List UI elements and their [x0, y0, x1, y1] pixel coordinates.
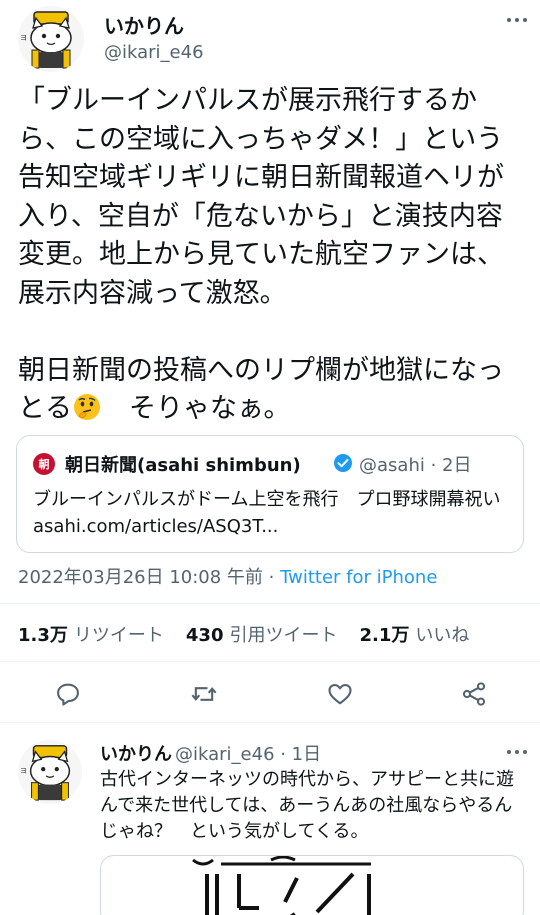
- thinking-face-icon: [72, 392, 102, 422]
- quoted-text: ブルーインパルスがドーム上空を飛行 プロ野球開幕祝い asahi.com/art…: [33, 489, 507, 537]
- likes-count[interactable]: 2.1万: [359, 625, 409, 646]
- author-avatar[interactable]: ヨ: [18, 6, 84, 72]
- quotes-count[interactable]: 430: [186, 625, 224, 646]
- reply-meta: @ikari_e46 · 1日: [175, 744, 322, 765]
- more-options-icon[interactable]: [505, 8, 529, 32]
- quoted-author-name: 朝日新聞(asahi shimbun): [65, 455, 301, 476]
- retweets-label[interactable]: リツイート: [74, 625, 164, 646]
- author-name[interactable]: いかりん: [104, 10, 184, 39]
- tweet-timestamp: 2022年03月26日 10:08 午前 · Twitter for iPhon…: [18, 563, 437, 589]
- tweet-header: ヨ いかりん @ikari_e46: [0, 0, 540, 80]
- tweet-text-main: 「ブルーインパルスが展示飛行するから、この空域に入っちゃダメ！」という告知空域ギ…: [18, 85, 504, 424]
- quoted-meta: @asahi · 2日: [359, 455, 472, 476]
- svg-text:ヨ: ヨ: [20, 34, 27, 42]
- svg-text:ヨ: ヨ: [20, 767, 27, 775]
- tweet-source-link[interactable]: Twitter for iPhone: [280, 567, 437, 588]
- retweets-count[interactable]: 1.3万: [18, 625, 68, 646]
- section-divider: [0, 722, 540, 734]
- like-icon[interactable]: [326, 680, 354, 708]
- reply-text: 古代インターネッツの時代から、アサピーと共に遊んで来た世代しては、あーうんあの社…: [100, 769, 514, 842]
- reply-media-image[interactable]: [100, 855, 524, 915]
- timestamp-text: 2022年03月26日 10:08 午前 ·: [18, 567, 281, 588]
- tweet-text-tail: そりゃなぁ。: [102, 393, 291, 424]
- verified-badge-icon: [333, 453, 353, 473]
- quoted-tweet[interactable]: 朝 朝日新聞(asahi shimbun) @asahi · 2日 ブルーインパ…: [16, 435, 524, 553]
- likes-label[interactable]: いいね: [415, 625, 469, 646]
- reply-author-avatar[interactable]: ヨ: [18, 740, 82, 804]
- share-icon[interactable]: [460, 680, 488, 708]
- quotes-label[interactable]: 引用ツイート: [229, 625, 337, 646]
- reply-author-name[interactable]: いかりん: [100, 740, 172, 766]
- reply-icon[interactable]: [54, 680, 82, 708]
- asahi-logo-icon: 朝: [33, 453, 55, 475]
- tweet-stats: 1.3万 リツイート 430 引用ツイート 2.1万 いいね: [18, 621, 491, 647]
- reply-more-options-icon[interactable]: [505, 740, 529, 764]
- divider: [0, 661, 540, 662]
- tweet-text: 「ブルーインパルスが展示飛行するから、この空域に入っちゃダメ！」という告知空域ギ…: [18, 82, 528, 429]
- retweet-icon[interactable]: [190, 680, 218, 708]
- author-handle[interactable]: @ikari_e46: [104, 42, 204, 63]
- divider: [0, 603, 540, 604]
